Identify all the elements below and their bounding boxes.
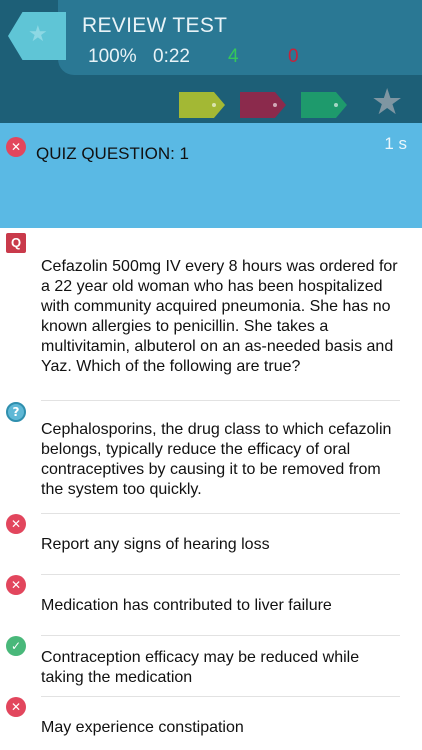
answer-option-1[interactable]: Cephalosporins, the drug class to which … xyxy=(41,420,406,500)
green-tag-icon[interactable] xyxy=(301,92,347,118)
correct-count: 4 xyxy=(228,46,239,67)
score-percent: 100% xyxy=(88,46,137,67)
incorrect-icon: ✕ xyxy=(6,575,26,595)
correct-check-icon: ✓ xyxy=(6,636,26,656)
incorrect-icon: ✕ xyxy=(6,514,26,534)
divider xyxy=(41,513,400,514)
test-title: REVIEW TEST xyxy=(82,14,228,37)
star-icon: ★ xyxy=(28,22,48,47)
question-text: Cefazolin 500mg IV every 8 hours was ord… xyxy=(41,258,398,375)
divider xyxy=(41,696,400,697)
back-button[interactable]: ★ xyxy=(8,12,66,60)
favorite-star-icon[interactable]: ★ xyxy=(371,82,403,123)
answer-option-5[interactable]: May experience constipation xyxy=(41,718,406,738)
answer-option-3[interactable]: Medication has contributed to liver fail… xyxy=(41,596,406,616)
quiz-banner: ✕ QUIZ QUESTION: 1 1 s xyxy=(0,123,422,228)
incorrect-icon: ✕ xyxy=(6,697,26,717)
yellow-tag-icon[interactable] xyxy=(179,92,225,118)
help-icon: ? xyxy=(6,402,26,422)
elapsed-time: 0:22 xyxy=(153,46,190,67)
question-timer: 1 s xyxy=(384,134,407,153)
question-icon: Q xyxy=(6,233,26,253)
answer-option-4[interactable]: Contraception efficacy may be reduced wh… xyxy=(41,648,406,688)
quiz-question-title: QUIZ QUESTION: 1 xyxy=(36,144,190,163)
divider xyxy=(41,574,400,575)
divider xyxy=(41,635,400,636)
incorrect-icon: ✕ xyxy=(6,137,26,157)
header: ★ REVIEW TEST 100% 0:22 4 0 ★ xyxy=(0,0,422,123)
wrong-count: 0 xyxy=(288,46,299,67)
answer-option-2[interactable]: Report any signs of hearing loss xyxy=(41,535,406,555)
divider xyxy=(41,400,400,401)
red-tag-icon[interactable] xyxy=(240,92,286,118)
